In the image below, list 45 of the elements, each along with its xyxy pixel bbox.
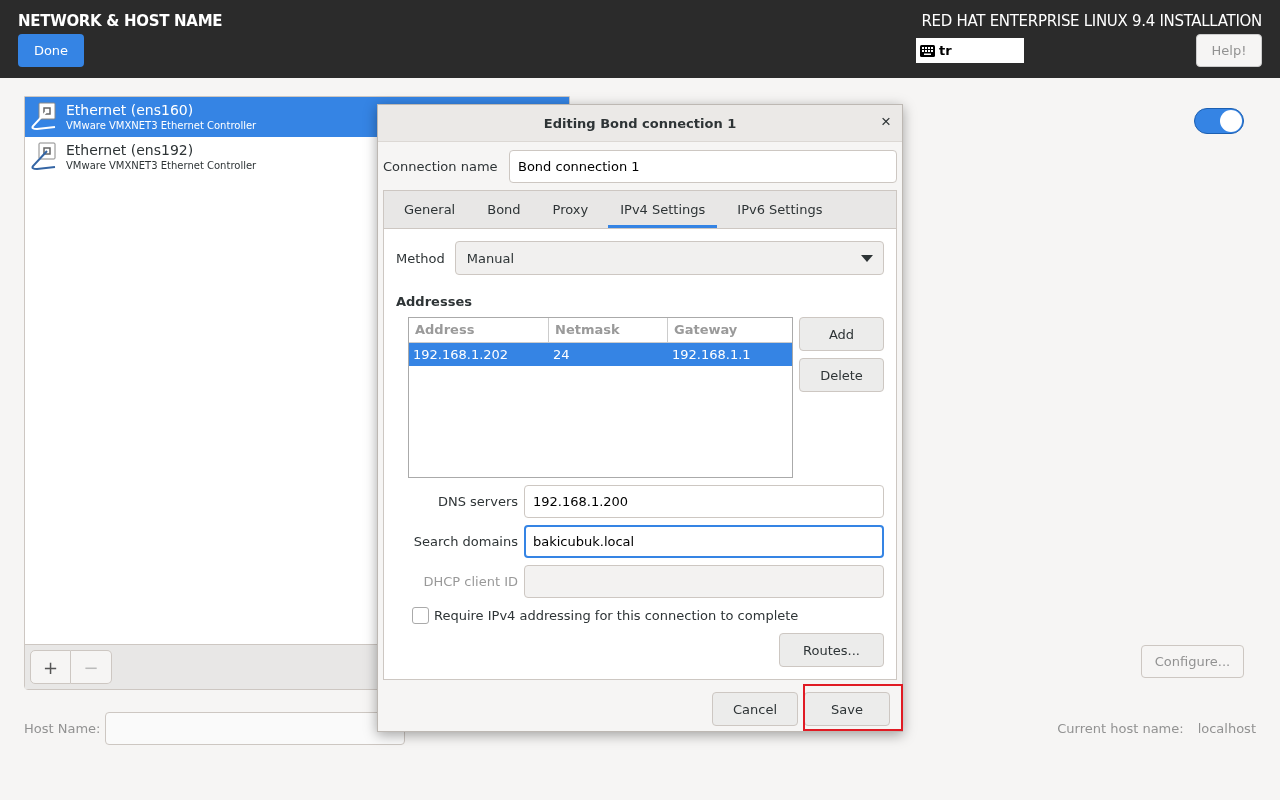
input-field[interactable]: 192.168.1.200	[524, 485, 884, 518]
ethernet-cable-icon	[29, 142, 57, 172]
add-button[interactable]: Add	[799, 317, 884, 351]
field-label: Host Name:	[24, 721, 101, 736]
dropdown-arrow-icon	[861, 254, 873, 262]
table-cell-text: 24	[552, 347, 571, 362]
device-name: Ethernet (ens160)	[66, 102, 195, 119]
settings-tab[interactable]: IPv6 Settings	[725, 191, 835, 228]
checkbox-label: Require IPv4 addressing for this connection to complete	[434, 608, 799, 623]
add-device-button[interactable]: +	[30, 650, 71, 684]
field-label: Current host name:	[1057, 721, 1184, 736]
ethernet-cable-icon	[29, 102, 57, 132]
toggle-switch[interactable]	[1194, 108, 1244, 134]
done-button[interactable]: Done	[18, 34, 84, 67]
address-row[interactable]: 192.168.1.202 24 192.168.1.1	[409, 343, 792, 366]
product-title: RED HAT ENTERPRISE LINUX 9.4 INSTALLATION	[921, 12, 1262, 30]
screen-title: NETWORK & HOST NAME	[18, 12, 223, 30]
table-cell-text: 192.168.1.1	[671, 347, 752, 362]
section-heading: Addresses	[396, 294, 473, 309]
host-name-value: localhost	[1197, 721, 1256, 736]
close-button[interactable]: ×	[878, 113, 894, 131]
device-description: VMware VMXNET3 Ethernet Controller	[66, 119, 257, 132]
settings-tab[interactable]: Bond	[475, 191, 533, 228]
settings-tab[interactable]: IPv4 Settings	[608, 191, 718, 228]
field-label: Connection name	[383, 158, 499, 174]
cancel-button[interactable]: Cancel	[712, 692, 798, 726]
input-field[interactable]: Bond connection 1	[509, 149, 897, 183]
input-field[interactable]: bakicubuk.local	[524, 525, 884, 558]
keyboard-icon	[920, 44, 935, 57]
settings-tab[interactable]: Proxy	[540, 191, 601, 228]
save-button[interactable]: Save	[804, 692, 890, 726]
settings-tab[interactable]: General	[392, 191, 468, 228]
routes-button[interactable]: Routes...	[779, 633, 884, 667]
field-label: DHCP client ID	[422, 574, 518, 589]
method-dropdown[interactable]: Manual	[454, 241, 884, 275]
keyboard-layout-indicator[interactable]: tr	[916, 38, 1024, 63]
input-field[interactable]	[105, 712, 406, 745]
field-label: DNS servers	[436, 494, 518, 509]
field-label: Search domains	[412, 534, 518, 549]
table-cell-text: 192.168.1.202	[412, 347, 510, 362]
checkbox[interactable]	[412, 607, 429, 624]
delete-button[interactable]: Delete	[799, 358, 884, 392]
field-label: Method	[396, 250, 445, 266]
device-name: Ethernet (ens192)	[66, 142, 195, 159]
device-description: VMware VMXNET3 Ethernet Controller	[66, 159, 257, 172]
